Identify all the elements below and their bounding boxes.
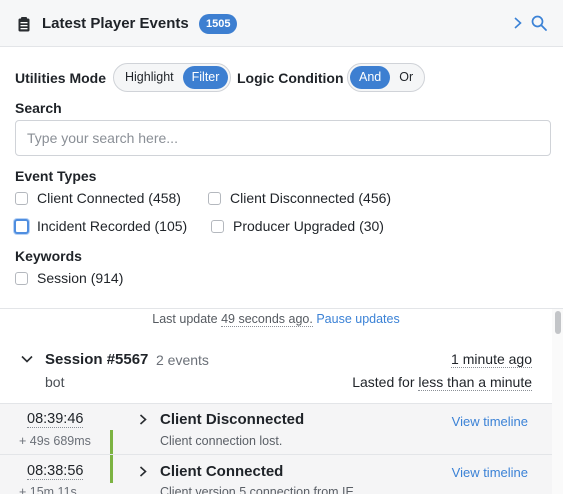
- checkbox-label: Producer Upgraded (30): [233, 218, 384, 234]
- checkbox-label: Client Connected (458): [37, 190, 181, 206]
- search-icon[interactable]: [530, 14, 548, 32]
- logic-condition-label: Logic Condition: [237, 70, 344, 86]
- checkbox-label: Client Disconnected (456): [230, 190, 392, 206]
- event-types-label: Event Types: [15, 168, 97, 184]
- session-duration-value: less than a minute: [418, 374, 532, 391]
- last-update-ago: 49 seconds ago.: [221, 312, 313, 327]
- chevron-right-icon[interactable]: [512, 15, 524, 31]
- event-time: 08:38:56: [27, 463, 84, 480]
- checkbox-box[interactable]: [15, 191, 28, 205]
- event-count-badge: 1505: [199, 14, 238, 34]
- divider: [0, 308, 563, 309]
- event-title[interactable]: Client Disconnected: [160, 411, 304, 428]
- utilities-mode-label: Utilities Mode: [15, 70, 107, 86]
- checkbox-box[interactable]: [211, 219, 224, 233]
- timeline-bar: [110, 455, 113, 483]
- event-type-checkbox[interactable]: Producer Upgraded (30): [211, 218, 384, 234]
- view-timeline-link[interactable]: View timeline: [452, 414, 528, 429]
- logic-condition-or[interactable]: Or: [390, 66, 422, 89]
- session-event-count: 2 events: [156, 352, 209, 368]
- last-update-line: Last update 49 seconds ago. Pause update…: [0, 312, 552, 327]
- chevron-right-icon[interactable]: [138, 465, 148, 478]
- event-type-checkbox[interactable]: Client Connected (458): [15, 190, 181, 206]
- session-duration-prefix: Lasted for: [352, 374, 415, 390]
- search-input[interactable]: [15, 120, 551, 156]
- chevron-down-icon[interactable]: [20, 352, 34, 366]
- checkbox-label: Session (914): [37, 270, 124, 286]
- session-title[interactable]: Session #5567: [45, 351, 148, 368]
- scrollbar-thumb[interactable]: [555, 311, 561, 334]
- panel-header: Latest Player Events 1505: [0, 0, 563, 47]
- event-delta: + 49s 689ms: [19, 434, 91, 448]
- keyword-checkbox[interactable]: Session (914): [15, 270, 123, 286]
- logic-condition-and[interactable]: And: [350, 66, 391, 89]
- event-description: Client connection lost.: [160, 434, 283, 448]
- event-title[interactable]: Client Connected: [160, 463, 283, 480]
- utilities-mode-highlight[interactable]: Highlight: [116, 66, 183, 89]
- session-duration: Lasted for less than a minute: [352, 374, 532, 391]
- event-row: 08:39:46 + 49s 689ms Client Disconnected…: [0, 403, 552, 455]
- event-description: Client version 5 connection from IE: [160, 485, 354, 494]
- event-delta: + 15m 11s: [19, 485, 77, 494]
- checkbox-box[interactable]: [15, 271, 28, 285]
- last-update-prefix: Last update: [152, 312, 218, 326]
- pause-updates-link[interactable]: Pause updates: [316, 312, 399, 326]
- checkbox-box[interactable]: [14, 218, 29, 234]
- utilities-mode-filter[interactable]: Filter: [182, 66, 229, 89]
- event-type-checkbox[interactable]: Client Disconnected (456): [208, 190, 391, 206]
- event-row: 08:38:56 + 15m 11s Client Connected Clie…: [0, 454, 552, 494]
- clipboard-icon: [18, 17, 30, 32]
- scrollbar-track[interactable]: [552, 309, 563, 494]
- search-label: Search: [15, 100, 62, 116]
- session-user: bot: [45, 374, 65, 390]
- utilities-mode-toggle: Highlight Filter: [113, 63, 232, 92]
- keywords-label: Keywords: [15, 248, 82, 264]
- event-type-checkbox[interactable]: Incident Recorded (105): [14, 218, 188, 234]
- checkbox-box[interactable]: [208, 191, 221, 205]
- session-time-ago: 1 minute ago: [451, 351, 532, 368]
- checkbox-label: Incident Recorded (105): [37, 218, 188, 234]
- timeline-bar: [110, 430, 113, 455]
- chevron-right-icon[interactable]: [138, 413, 148, 426]
- logic-condition-toggle: And Or: [347, 63, 426, 92]
- view-timeline-link[interactable]: View timeline: [452, 465, 528, 480]
- event-time: 08:39:46: [27, 411, 84, 428]
- panel-title: Latest Player Events: [42, 15, 189, 32]
